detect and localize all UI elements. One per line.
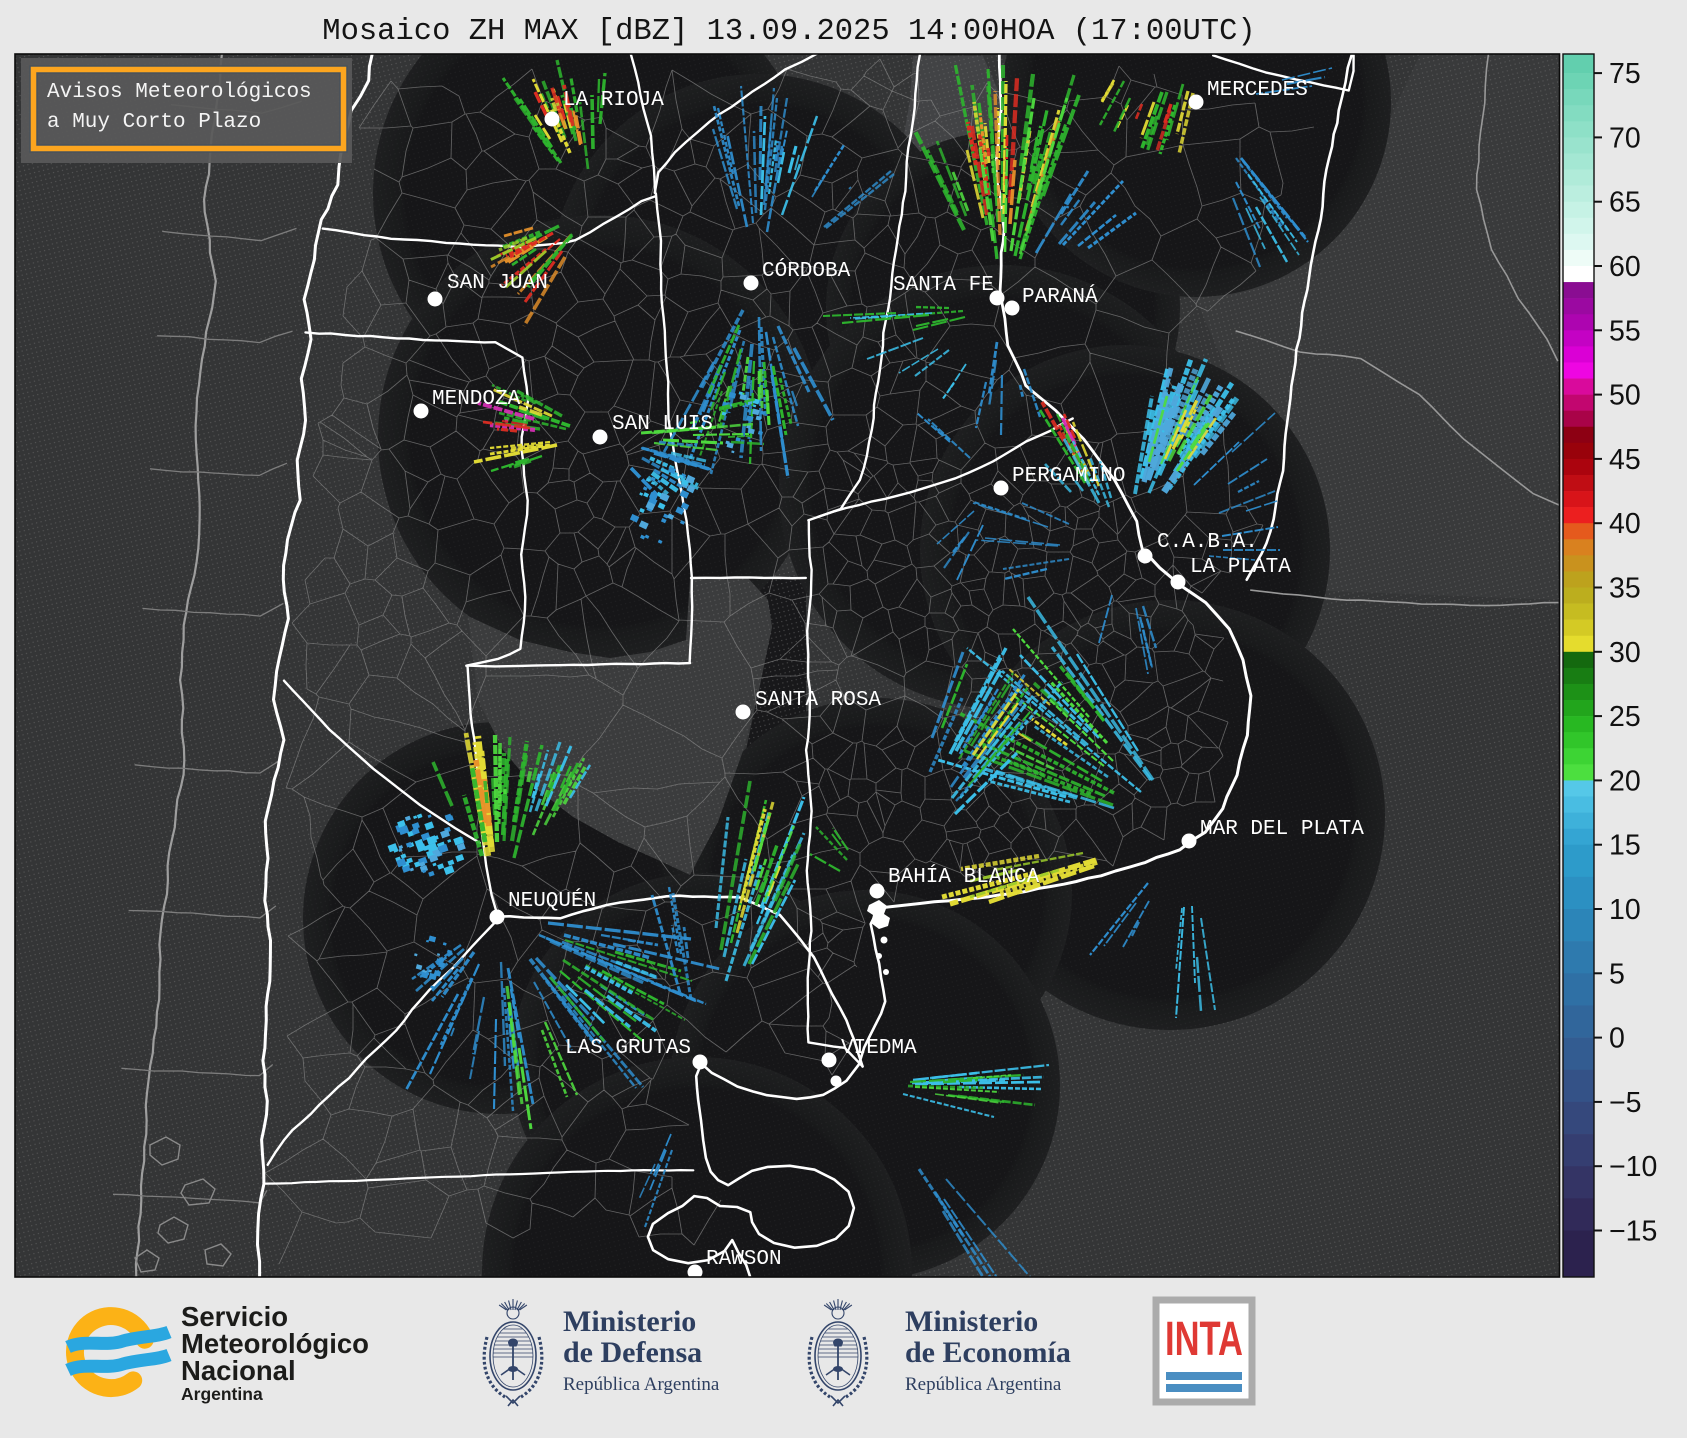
- svg-text:65: 65: [1609, 187, 1641, 219]
- svg-text:MERCEDES: MERCEDES: [1207, 79, 1308, 102]
- svg-text:Argentina: Argentina: [181, 1384, 263, 1404]
- svg-text:de Defensa: de Defensa: [563, 1336, 702, 1369]
- svg-text:Nacional: Nacional: [181, 1355, 296, 1386]
- svg-text:Mosaico ZH MAX [dBZ] 13.09.202: Mosaico ZH MAX [dBZ] 13.09.2025 14:00HOA…: [322, 15, 1255, 49]
- svg-text:−5: −5: [1609, 1087, 1642, 1119]
- svg-text:República Argentina: República Argentina: [905, 1374, 1062, 1395]
- svg-text:75: 75: [1609, 58, 1641, 90]
- svg-text:Avisos Meteorológicos: Avisos Meteorológicos: [47, 81, 312, 104]
- svg-text:C.A.B.A.: C.A.B.A.: [1157, 531, 1258, 554]
- svg-text:25: 25: [1609, 701, 1641, 733]
- svg-text:20: 20: [1609, 765, 1641, 797]
- svg-text:VIEDMA: VIEDMA: [841, 1037, 917, 1060]
- svg-text:Ministerio: Ministerio: [905, 1305, 1038, 1338]
- svg-text:70: 70: [1609, 122, 1641, 154]
- svg-text:0: 0: [1609, 1023, 1625, 1055]
- svg-text:SAN JUAN: SAN JUAN: [447, 272, 548, 295]
- svg-text:10: 10: [1609, 894, 1641, 926]
- svg-text:45: 45: [1609, 444, 1641, 476]
- svg-text:MENDOZA: MENDOZA: [432, 388, 521, 411]
- svg-text:RAWSON: RAWSON: [706, 1248, 782, 1271]
- svg-text:INTA: INTA: [1165, 1313, 1243, 1366]
- svg-text:−15: −15: [1609, 1216, 1657, 1248]
- svg-text:SANTA FE: SANTA FE: [893, 274, 994, 297]
- svg-text:40: 40: [1609, 508, 1641, 540]
- svg-text:50: 50: [1609, 380, 1641, 412]
- svg-text:55: 55: [1609, 315, 1641, 347]
- svg-text:BAHÍA BLANCA: BAHÍA BLANCA: [888, 865, 1040, 889]
- svg-text:15: 15: [1609, 830, 1641, 862]
- svg-text:a Muy Corto Plazo: a Muy Corto Plazo: [47, 111, 261, 134]
- svg-text:CÓRDOBA: CÓRDOBA: [762, 259, 851, 283]
- svg-text:LAS GRUTAS: LAS GRUTAS: [565, 1037, 691, 1060]
- svg-text:LA RIOJA: LA RIOJA: [563, 89, 664, 112]
- svg-text:SAN LUIS: SAN LUIS: [612, 413, 713, 436]
- svg-text:SANTA ROSA: SANTA ROSA: [755, 689, 881, 712]
- svg-text:PERGAMINO: PERGAMINO: [1012, 465, 1125, 488]
- svg-text:de Economía: de Economía: [905, 1336, 1071, 1369]
- svg-text:NEUQUÉN: NEUQUÉN: [508, 889, 596, 913]
- svg-text:MAR DEL PLATA: MAR DEL PLATA: [1200, 818, 1364, 841]
- svg-text:30: 30: [1609, 637, 1641, 669]
- svg-text:60: 60: [1609, 251, 1641, 283]
- svg-text:−10: −10: [1609, 1151, 1657, 1183]
- svg-text:PARANÁ: PARANÁ: [1022, 285, 1098, 309]
- svg-text:Ministerio: Ministerio: [563, 1305, 696, 1338]
- svg-text:35: 35: [1609, 573, 1641, 605]
- svg-text:LA PLATA: LA PLATA: [1190, 556, 1291, 579]
- svg-text:5: 5: [1609, 958, 1625, 990]
- svg-text:República Argentina: República Argentina: [563, 1374, 720, 1395]
